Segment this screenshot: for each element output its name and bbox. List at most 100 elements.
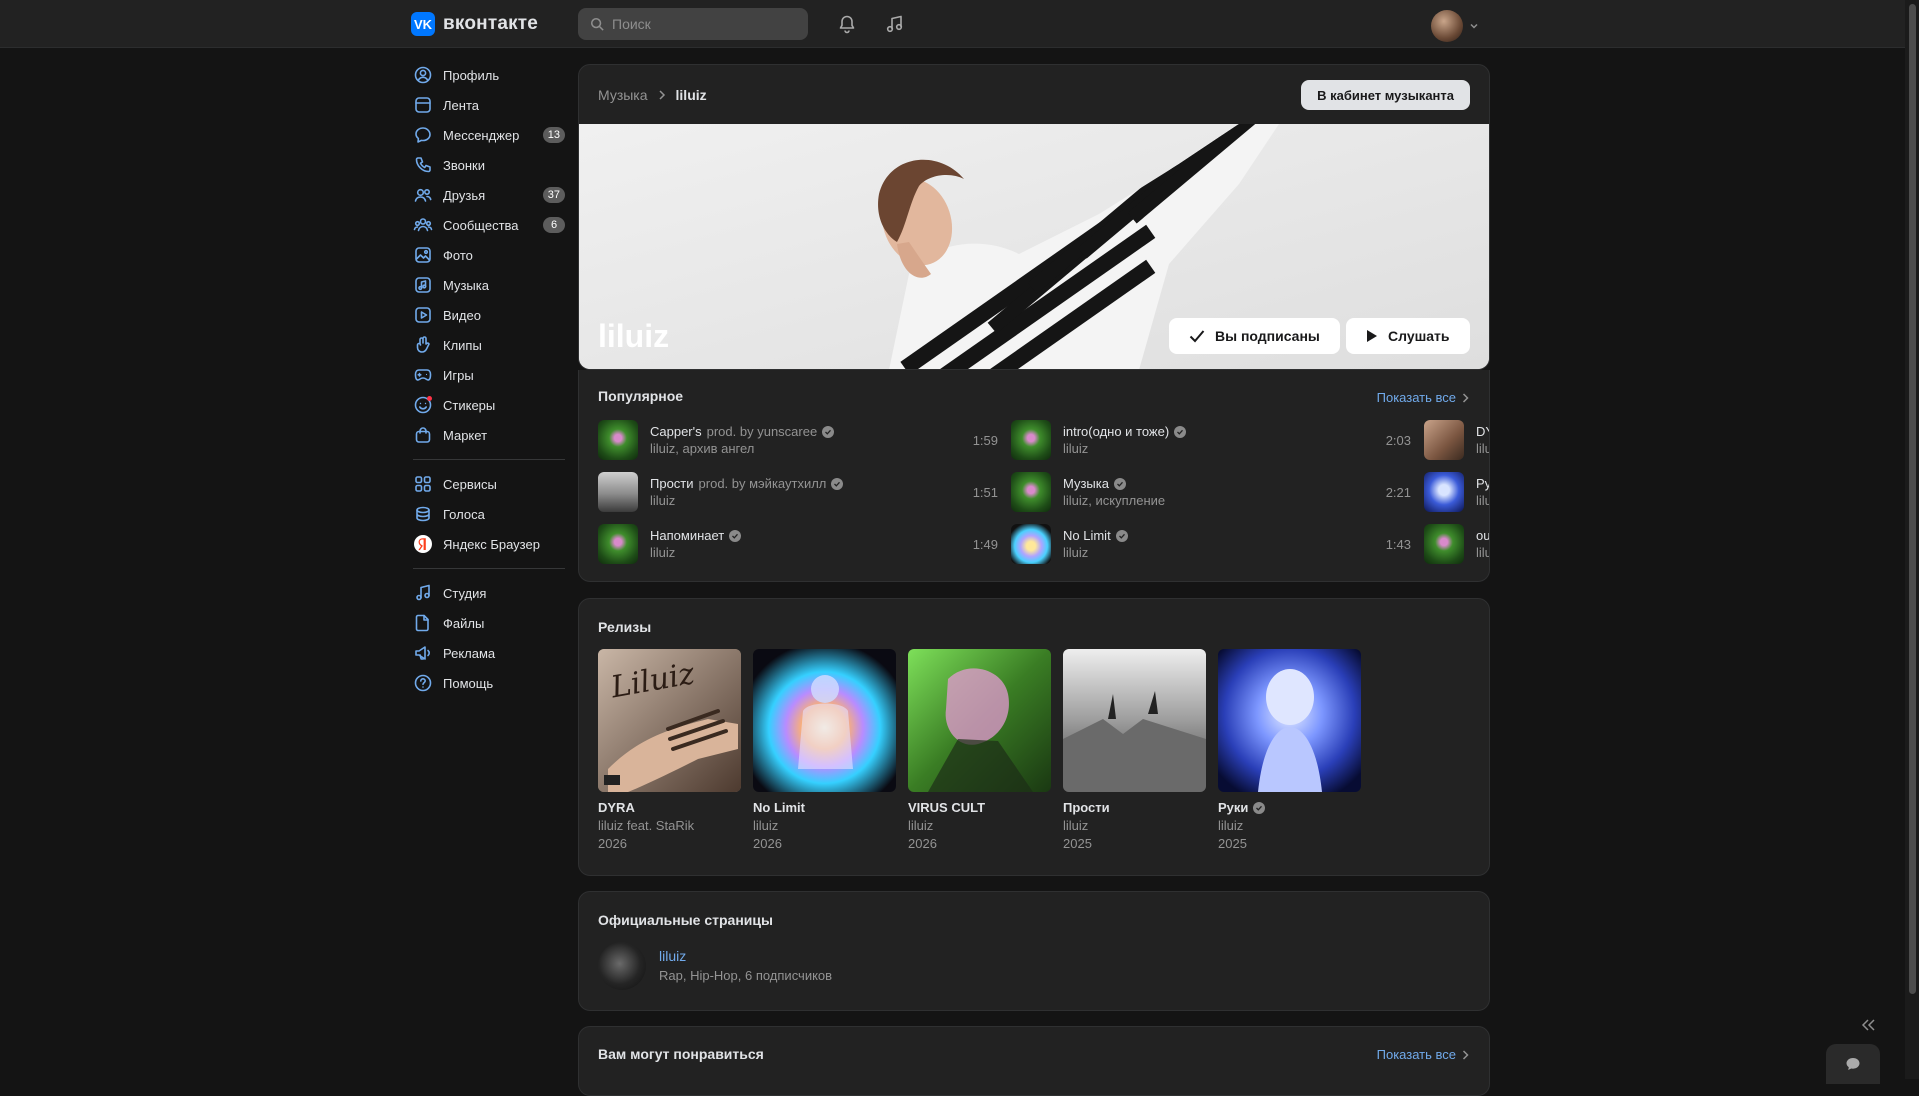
release-artist[interactable]: liluiz	[753, 818, 896, 833]
track-title[interactable]: DY	[1476, 424, 1489, 439]
sidebar-item-music[interactable]: Музыка	[411, 270, 565, 300]
track-row[interactable]: intro(одно и тоже) liluiz 2:03	[1011, 418, 1411, 462]
sidebar-item-feed[interactable]: Лента	[411, 90, 565, 120]
search-input[interactable]	[612, 16, 792, 32]
sidebar-item-friends[interactable]: Друзья 37	[411, 180, 565, 210]
counter-badge: 6	[543, 217, 565, 233]
release-title[interactable]: Прости	[1063, 800, 1110, 815]
sidebar-item-services[interactable]: Сервисы	[411, 469, 565, 499]
track-cover[interactable]	[1424, 472, 1464, 512]
search-box[interactable]	[578, 8, 808, 40]
release-item[interactable]: Руки liluiz 2025	[1218, 649, 1361, 851]
sidebar-item-files[interactable]: Файлы	[411, 608, 565, 638]
sidebar-item-studio[interactable]: Студия	[411, 578, 565, 608]
track-cover[interactable]	[1011, 472, 1051, 512]
track-artist[interactable]: liluiz	[1063, 441, 1376, 456]
track-title[interactable]: Capper's	[650, 424, 702, 439]
recommendations-show-all-link[interactable]: Показать все	[1377, 1047, 1469, 1062]
track-title[interactable]: No Limit	[1063, 528, 1111, 543]
sidebar-item-label: Сообщества	[443, 217, 519, 233]
release-title[interactable]: DYRA	[598, 800, 635, 815]
track-title[interactable]: ou	[1476, 528, 1489, 543]
release-artist[interactable]: liluiz	[1218, 818, 1361, 833]
release-item[interactable]: No Limit liluiz 2026	[753, 649, 896, 851]
track-artist[interactable]: lilu	[1476, 493, 1489, 508]
release-cover[interactable]	[1218, 649, 1361, 792]
track-row[interactable]: Ру lilu	[1424, 470, 1489, 514]
track-row[interactable]: Музыка liluiz, искупление 2:21	[1011, 470, 1411, 514]
subscribed-button[interactable]: Вы подписаны	[1169, 318, 1340, 354]
release-cover[interactable]	[1063, 649, 1206, 792]
sidebar-item-profile[interactable]: Профиль	[411, 60, 565, 90]
collapse-chat-button[interactable]	[1860, 1018, 1876, 1035]
track-title[interactable]: Музыка	[1063, 476, 1109, 491]
sidebar-item-label: Реклама	[443, 645, 496, 661]
profile-menu-button[interactable]	[1431, 10, 1479, 42]
page-scrollbar[interactable]	[1905, 0, 1919, 1079]
track-artist[interactable]: liluiz	[650, 493, 963, 508]
track-title[interactable]: intro(одно и тоже)	[1063, 424, 1169, 439]
official-page-link[interactable]: liluiz	[659, 948, 686, 964]
sidebar-item-stickers[interactable]: Стикеры	[411, 390, 565, 420]
release-artist[interactable]: liluiz feat. StaRik	[598, 818, 741, 833]
vk-logo[interactable]: VK вконтакте	[411, 12, 538, 36]
chat-bubble-icon	[1846, 1058, 1860, 1070]
track-title[interactable]: Прости	[650, 476, 694, 491]
chat-button[interactable]	[1826, 1044, 1880, 1084]
sidebar-item-communities[interactable]: Сообщества 6	[411, 210, 565, 240]
release-item[interactable]: VIRUS CULT liluiz 2026	[908, 649, 1051, 851]
sidebar-item-yandex-browser[interactable]: Яндекс Браузер	[411, 529, 565, 559]
track-row[interactable]: Прости prod. by мэйкаутхилл liluiz 1:51	[598, 470, 998, 514]
sidebar-item-ads[interactable]: Реклама	[411, 638, 565, 668]
listen-button[interactable]: Слушать	[1346, 318, 1470, 354]
sidebar-item-clips[interactable]: Клипы	[411, 330, 565, 360]
sidebar-item-video[interactable]: Видео	[411, 300, 565, 330]
release-item[interactable]: Прости liluiz 2025	[1063, 649, 1206, 851]
sidebar-item-photos[interactable]: Фото	[411, 240, 565, 270]
release-artist[interactable]: liluiz	[908, 818, 1051, 833]
track-artist[interactable]: liluiz	[650, 545, 963, 560]
sidebar-item-market[interactable]: Маркет	[411, 420, 565, 450]
track-row[interactable]: Напоминает liluiz 1:49	[598, 522, 998, 566]
track-row[interactable]: No Limit liluiz 1:43	[1011, 522, 1411, 566]
track-artist[interactable]: lilu	[1476, 441, 1489, 456]
track-title[interactable]: Ру	[1476, 476, 1489, 491]
sidebar-item-calls[interactable]: Звонки	[411, 150, 565, 180]
release-title[interactable]: No Limit	[753, 800, 805, 815]
notifications-button[interactable]	[835, 12, 859, 36]
track-title[interactable]: Напоминает	[650, 528, 724, 543]
release-cover[interactable]	[753, 649, 896, 792]
popular-show-all-link[interactable]: Показать все	[1377, 390, 1469, 405]
track-row[interactable]: ou lilu	[1424, 522, 1489, 566]
track-info: Прости prod. by мэйкаутхилл liluiz	[650, 476, 963, 508]
musician-cabinet-button[interactable]: В кабинет музыканта	[1301, 80, 1470, 110]
sidebar-item-games[interactable]: Игры	[411, 360, 565, 390]
track-artist[interactable]: liluiz, искупление	[1063, 493, 1376, 508]
release-title[interactable]: Руки	[1218, 800, 1248, 815]
track-cover[interactable]	[1011, 524, 1051, 564]
track-row[interactable]: DY lilu	[1424, 418, 1489, 462]
track-cover[interactable]	[598, 420, 638, 460]
scrollbar-thumb[interactable]	[1909, 4, 1916, 994]
release-item[interactable]: Liluiz DYRA liluiz feat. StaRik 2026	[598, 649, 741, 851]
release-cover[interactable]: Liluiz	[598, 649, 741, 792]
breadcrumb-music-link[interactable]: Музыка	[598, 87, 648, 103]
sidebar-item-voices[interactable]: Голоса	[411, 499, 565, 529]
sidebar-item-label: Звонки	[443, 157, 485, 173]
track-cover[interactable]	[1424, 420, 1464, 460]
track-artist[interactable]: lilu	[1476, 545, 1489, 560]
release-title[interactable]: VIRUS CULT	[908, 800, 985, 815]
sidebar-item-help[interactable]: Помощь	[411, 668, 565, 698]
track-artist[interactable]: liluiz	[1063, 545, 1376, 560]
official-page-avatar[interactable]	[598, 942, 646, 990]
track-row[interactable]: Capper's prod. by yunscaree liluiz, архив …	[598, 418, 998, 462]
release-cover[interactable]	[908, 649, 1051, 792]
music-player-button[interactable]	[883, 12, 907, 36]
release-artist[interactable]: liluiz	[1063, 818, 1206, 833]
track-artist[interactable]: liluiz, архив ангел	[650, 441, 963, 456]
track-cover[interactable]	[1424, 524, 1464, 564]
track-cover[interactable]	[598, 524, 638, 564]
sidebar-item-messenger[interactable]: Мессенджер 13	[411, 120, 565, 150]
track-cover[interactable]	[1011, 420, 1051, 460]
track-cover[interactable]	[598, 472, 638, 512]
